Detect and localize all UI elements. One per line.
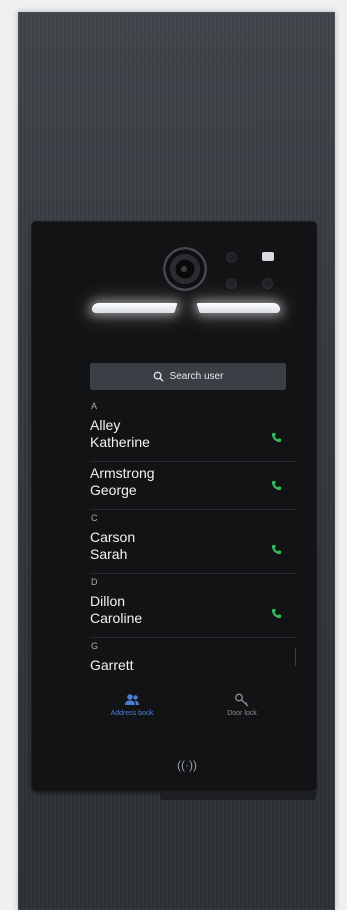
contact-row[interactable]: Armstrong George (90, 462, 296, 510)
contact-first-name: Katherine (90, 434, 150, 450)
camera-lens-dot (181, 266, 187, 272)
contact-last-name: Armstrong (90, 465, 155, 481)
phone-icon[interactable] (271, 432, 282, 443)
led-bar-left (90, 303, 178, 313)
search-input[interactable]: Search user (90, 363, 286, 390)
led-bar-right (196, 303, 282, 313)
section-letter: D (91, 577, 98, 587)
contacts-icon (125, 694, 139, 705)
panel-lip (160, 792, 316, 800)
nav-address-book-label: Address book (110, 710, 154, 717)
bottom-navigation: Address book Door lock (90, 688, 286, 732)
contact-list[interactable]: A Alley Katherine Armstrong George C Car… (90, 398, 296, 686)
bell-icon (226, 278, 237, 289)
search-icon (153, 371, 164, 382)
nav-door-lock[interactable]: Door lock (202, 688, 282, 717)
contact-first-name: Sarah (90, 546, 128, 562)
contact-last-name: Alley (90, 417, 121, 433)
contact-first-name: Caroline (90, 610, 143, 626)
search-placeholder: Search user (169, 371, 224, 382)
phone-icon[interactable] (271, 608, 282, 619)
contact-first-name: George (90, 482, 137, 498)
contact-last-name: Dillon (90, 593, 126, 609)
phone-icon[interactable] (271, 544, 282, 555)
nav-address-book[interactable]: Address book (92, 688, 172, 717)
phone-icon[interactable] (271, 480, 282, 491)
section-letter: C (91, 513, 98, 523)
contact-row[interactable]: Alley Katherine (90, 414, 296, 462)
key-icon (235, 693, 249, 707)
contact-last-name: Garrett (90, 657, 134, 673)
contact-row[interactable]: Dillon Caroline (90, 590, 296, 638)
section-letter: G (91, 641, 99, 651)
light-sensor-icon (262, 278, 273, 289)
nav-door-lock-label: Door lock (227, 710, 257, 717)
contact-row[interactable]: Carson Sarah (90, 526, 296, 574)
contact-row[interactable]: Garrett (90, 654, 296, 686)
section-letter: A (91, 401, 98, 411)
contact-last-name: Carson (90, 529, 136, 545)
mail-icon (262, 252, 274, 261)
nfc-icon: ((·)) (177, 758, 197, 772)
scrollbar[interactable] (295, 648, 296, 666)
sensor-icon (226, 252, 237, 263)
